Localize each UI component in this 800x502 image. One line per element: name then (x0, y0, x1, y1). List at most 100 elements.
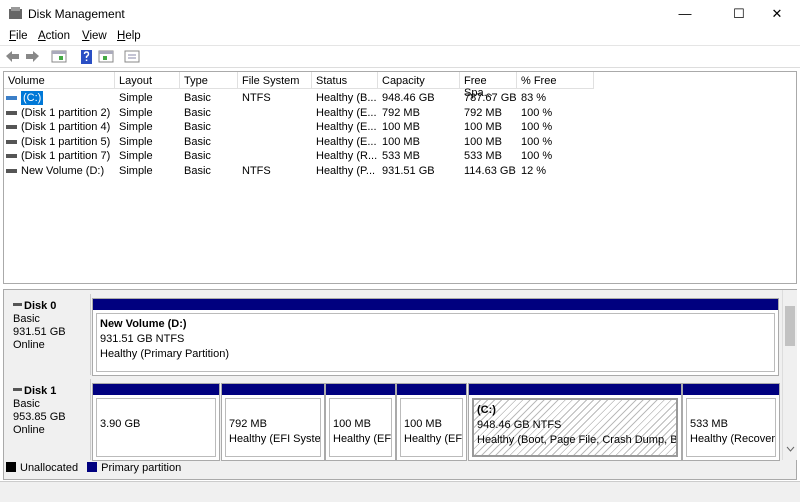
disk-size: 953.85 GB (13, 411, 66, 423)
partition-status: Healthy (Recovery I (690, 433, 776, 445)
partition-size: 948.46 GB NTFS (477, 419, 562, 431)
volume-list: Volume Layout Type File System Status Capacit… (3, 71, 797, 284)
partition-size: 931.51 GB NTFS (100, 333, 185, 345)
menu-help[interactable]: Help (117, 30, 141, 42)
vertical-scrollbar[interactable] (782, 290, 797, 460)
partition-status: Healthy (EFI (333, 433, 392, 445)
column-header[interactable]: File System (238, 72, 312, 89)
partition-size: 792 MB (229, 418, 267, 430)
table-row[interactable]: New Volume (D:) Simple Basic NTFS Healthy (P… (4, 164, 594, 178)
cell-status: Healthy (R... (316, 150, 378, 163)
cell-free-spa: 100 MB (464, 121, 502, 134)
partition-block[interactable]: 533 MB Healthy (Recovery I (682, 383, 780, 461)
disk-label[interactable]: Disk 0 Basic 931.51 GB Online (7, 294, 91, 375)
scroll-down-icon[interactable] (786, 446, 795, 452)
disk-icon (13, 388, 22, 391)
cell-type: Basic (184, 121, 211, 134)
disk-management-icon (9, 7, 22, 19)
cell-status: Healthy (P... (316, 165, 376, 177)
disk-type: Basic (13, 398, 40, 410)
column-header[interactable]: Capacity (378, 72, 460, 89)
disk-label[interactable]: Disk 1 Basic 953.85 GB Online (7, 379, 91, 460)
cell-volume: (Disk 1 partition 4) (21, 121, 111, 134)
primary-partition-bar (93, 299, 778, 310)
cell-capacity: 100 MB (382, 121, 420, 134)
title-bar: Disk Management — ☐ ✕ (0, 0, 800, 27)
primary-partition-bar (222, 384, 324, 395)
volume-icon (6, 125, 17, 130)
legend-primary: Primary partition (87, 462, 181, 474)
disk-type: Basic (13, 313, 40, 325)
cell-capacity: 100 MB (382, 135, 420, 148)
cell-file-system: NTFS (242, 165, 271, 177)
partition-info: 3.90 GB (96, 398, 216, 457)
window-title: Disk Management (28, 7, 125, 21)
partition-info: New Volume (D:) 931.51 GB NTFS Healthy (… (96, 313, 775, 372)
cell-capacity: 948.46 GB (382, 92, 435, 104)
partition-block[interactable]: 100 MB Healthy (EFI (325, 383, 396, 461)
partition-name (100, 402, 212, 417)
properties-icon[interactable] (124, 49, 140, 64)
volume-icon (6, 96, 17, 100)
partition-status: Healthy (EFI (404, 433, 463, 445)
partition-name: New Volume (D:) (100, 318, 187, 330)
partition-block[interactable]: 100 MB Healthy (EFI (396, 383, 467, 461)
partition-status: Healthy (Boot, Page File, Crash Dump, Ba… (477, 434, 678, 446)
table-row[interactable]: (Disk 1 partition 4) Simple Basic Healthy (… (4, 120, 594, 134)
table-row[interactable]: (C:) Simple Basic NTFS Healthy (B... 948.46 G… (4, 91, 594, 105)
menu-file[interactable]: File (9, 30, 28, 42)
volume-icon (6, 154, 17, 159)
toolbar (0, 46, 800, 68)
cell-free: 12 % (521, 165, 547, 177)
disk-icon (13, 303, 22, 306)
column-header[interactable]: Volume (4, 72, 115, 89)
primary-partition-bar (326, 384, 395, 395)
cell-layout: Simple (119, 106, 153, 119)
close-button[interactable]: ✕ (754, 0, 800, 27)
partition-name (404, 402, 459, 417)
cell-free-spa: 100 MB (464, 135, 502, 148)
partition-block[interactable]: 3.90 GB (92, 383, 220, 461)
cell-layout: Simple (119, 135, 153, 148)
cell-status: Healthy (E... (316, 135, 377, 148)
column-header[interactable]: Free Spa... (460, 72, 517, 99)
cell-file-system: NTFS (242, 92, 271, 104)
menu-action[interactable]: Action (38, 30, 70, 42)
table-row[interactable]: (Disk 1 partition 5) Simple Basic Healthy (… (4, 135, 594, 149)
partition-name (333, 402, 388, 417)
minimize-button[interactable]: — (662, 0, 708, 27)
column-header[interactable]: Layout (115, 72, 180, 89)
column-header[interactable]: Type (180, 72, 238, 89)
menu-bar: File Action View Help (0, 27, 800, 46)
volume-icon (6, 139, 17, 144)
forward-arrow-icon[interactable] (24, 49, 40, 64)
cell-status: Healthy (E... (316, 121, 377, 134)
disk-name: Disk 1 (24, 385, 57, 397)
column-header[interactable]: % Free (517, 72, 594, 89)
cell-layout: Simple (119, 92, 153, 104)
show-hide-console-tree-icon[interactable] (51, 49, 67, 64)
cell-volume: New Volume (D:) (21, 165, 105, 177)
partition-block[interactable]: 792 MB Healthy (EFI System (221, 383, 325, 461)
cell-volume: (Disk 1 partition 2) (21, 106, 111, 119)
partition-block[interactable]: New Volume (D:) 931.51 GB NTFS Healthy (… (92, 298, 779, 376)
partition-size: 100 MB (404, 418, 442, 430)
partition-size: 3.90 GB (100, 418, 141, 430)
cell-status: Healthy (B... (316, 92, 377, 104)
cell-free: 100 % (521, 106, 553, 119)
unallocated-swatch (6, 462, 16, 472)
scrollbar-thumb[interactable] (785, 306, 795, 346)
show-action-pane-icon[interactable] (98, 49, 114, 64)
column-header[interactable]: Status (312, 72, 378, 89)
partition-block[interactable]: (C:) 948.46 GB NTFS Healthy (Boot, Page … (468, 383, 682, 461)
help-icon[interactable] (79, 49, 95, 64)
cell-type: Basic (184, 106, 211, 119)
table-row[interactable]: (Disk 1 partition 7) Simple Basic Healthy (… (4, 149, 594, 163)
table-row[interactable]: (Disk 1 partition 2) Simple Basic Healthy (… (4, 106, 594, 120)
partition-name (690, 402, 772, 417)
back-arrow-icon[interactable] (5, 49, 21, 64)
cell-volume: (C:) (21, 91, 44, 105)
menu-view[interactable]: View (82, 30, 107, 42)
legend-unallocated: Unallocated (6, 462, 78, 474)
partition-status: Healthy (Primary Partition) (100, 348, 229, 360)
